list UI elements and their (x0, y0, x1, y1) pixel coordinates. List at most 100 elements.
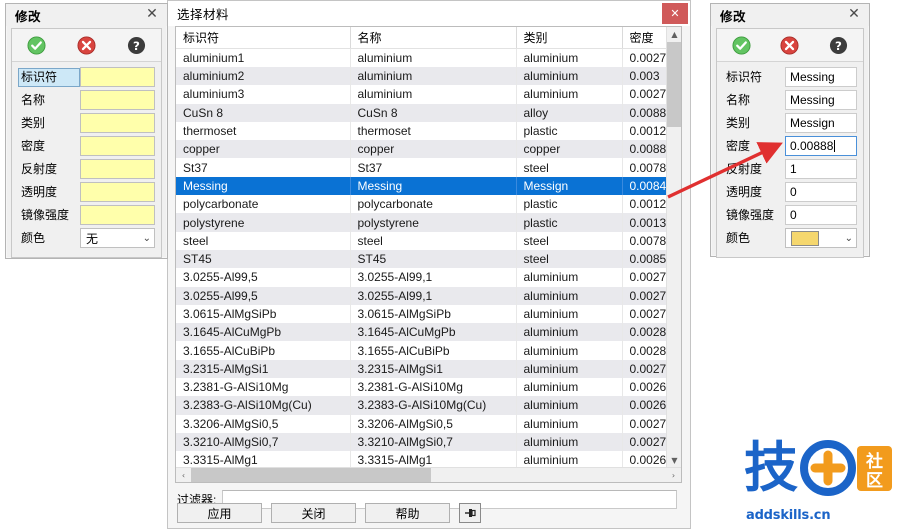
right-dialog-color-swatch (791, 230, 819, 246)
table-row[interactable]: polystyrene polystyrene plastic 0.0013 (176, 213, 669, 232)
table-header-row: 标识符 名称 类别 密度 (176, 27, 669, 49)
right-dialog-color-select[interactable]: ⌄ (785, 228, 857, 248)
main-window-close-button[interactable]: ✕ (662, 3, 688, 24)
table-row[interactable]: 3.0615-AlMgSiPb 3.0615-AlMgSiPb aluminium 0… (176, 304, 669, 324)
table-vertical-scrollbar[interactable]: ▲ ▼ (666, 27, 681, 468)
right-dialog-input[interactable]: Messign (785, 113, 857, 133)
table-row[interactable]: 3.2315-AlMgSi1 3.2315-AlMgSi1 aluminium 0.0… (176, 359, 669, 379)
cell-identifier: 3.3206-AlMgSi0,5 (176, 414, 351, 433)
left-dialog-input[interactable] (80, 136, 155, 156)
column-header-name[interactable]: 名称 (350, 27, 517, 49)
right-dialog-input[interactable]: 1 (785, 159, 857, 179)
cell-density: 0.0028 (622, 323, 669, 342)
column-header-density[interactable]: 密度 (622, 27, 669, 49)
scroll-down-button[interactable]: ▼ (667, 453, 681, 468)
material-table-container: 标识符 名称 类别 密度 aluminium1 aluminium aluminiu… (175, 26, 682, 483)
cancel-circle-icon[interactable] (780, 35, 800, 55)
left-dialog-input[interactable] (80, 182, 155, 202)
left-dialog-input[interactable] (80, 159, 155, 179)
help-button[interactable]: 帮助 (365, 503, 450, 523)
right-dialog-field-row: 反射度 1 (723, 159, 857, 179)
cell-category: Messign (516, 176, 623, 196)
table-row[interactable]: copper copper copper 0.0088 (176, 140, 669, 159)
cell-category: aluminium (516, 396, 623, 415)
cell-category: aluminium (516, 359, 623, 379)
left-dialog-fields: 标识符 名称 类别 密度 反射度 透明度 镜像强度 颜色无 ⌄ (12, 62, 161, 257)
table-row[interactable]: Messing Messing Messign 0.0084 (176, 176, 669, 196)
right-dialog-field-label: 镜像强度 (726, 207, 775, 222)
left-dialog-close-button[interactable]: ✕ (143, 6, 161, 24)
chevron-down-icon: ⌄ (844, 232, 853, 244)
cell-category: aluminium (516, 67, 623, 86)
table-row[interactable]: ST45 ST45 steel 0.0085 (176, 249, 669, 269)
cell-category: aluminium (516, 48, 623, 67)
table-row[interactable]: steel steel steel 0.0078 (176, 231, 669, 250)
cell-density: 0.0013 (622, 213, 669, 232)
scroll-left-button[interactable]: ‹ (176, 468, 191, 482)
table-row[interactable]: aluminium2 aluminium aluminium 0.003 (176, 67, 669, 86)
table-row[interactable]: 3.3206-AlMgSi0,5 3.3206-AlMgSi0,5 aluminiu… (176, 414, 669, 433)
table-row[interactable]: aluminium1 aluminium aluminium 0.0027 (176, 48, 669, 67)
left-dialog-field-label[interactable]: 标识符 (18, 67, 80, 87)
right-dialog-field-row: 镜像强度 0 (723, 205, 857, 225)
cell-category: copper (516, 140, 623, 159)
right-dialog-input[interactable]: Messing (785, 67, 857, 87)
scroll-up-button[interactable]: ▲ (667, 27, 681, 42)
help-circle-icon[interactable]: ? (127, 36, 146, 55)
cell-category: plastic (516, 195, 623, 214)
cell-density: 0.0027 (622, 268, 669, 287)
cancel-circle-icon[interactable] (77, 35, 96, 55)
cell-identifier: ST45 (176, 249, 351, 269)
column-header-category[interactable]: 类别 (516, 27, 623, 49)
table-row[interactable]: 3.2383-G-AlSi10Mg(Cu) 3.2383-G-AlSi10Mg(C… (176, 396, 669, 415)
cell-name: copper (350, 140, 517, 159)
cell-name: ST45 (350, 249, 517, 269)
apply-button[interactable]: 应用 (177, 503, 262, 523)
table-row[interactable]: St37 St37 steel 0.0078 (176, 158, 669, 177)
pin-button[interactable] (459, 503, 481, 523)
cell-identifier: 3.1655-AlCuBiPb (176, 341, 351, 360)
right-dialog-input[interactable]: 0.00888 (785, 136, 857, 156)
table-row[interactable]: thermoset thermoset plastic 0.0012 (176, 121, 669, 141)
column-header-identifier[interactable]: 标识符 (176, 27, 351, 49)
right-dialog-field-label: 标识符 (726, 69, 763, 84)
cell-name: polystyrene (350, 213, 517, 232)
table-row[interactable]: aluminium3 aluminium aluminium 0.0027 (176, 85, 669, 104)
scroll-right-button[interactable]: › (666, 468, 681, 482)
table-row[interactable]: 3.1655-AlCuBiPb 3.1655-AlCuBiPb aluminium 0… (176, 341, 669, 360)
cell-identifier: 3.0255-Al99,5 (176, 286, 351, 305)
right-dialog-input[interactable]: Messing (785, 90, 857, 110)
left-dialog-input[interactable] (80, 205, 155, 225)
table-row[interactable]: CuSn 8 CuSn 8 alloy 0.0088 (176, 103, 669, 122)
left-dialog-field-label: 颜色 (21, 230, 46, 245)
cell-identifier: steel (176, 231, 351, 250)
check-circle-icon[interactable] (27, 35, 46, 55)
right-dialog-input[interactable]: 0 (785, 205, 857, 225)
table-row[interactable]: 3.1645-AlCuMgPb 3.1645-AlCuMgPb aluminium 0… (176, 323, 669, 342)
vertical-scroll-thumb[interactable] (667, 42, 681, 127)
watermark-url: addskills.cn (746, 508, 831, 523)
table-row[interactable]: 3.0255-Al99,5 3.0255-Al99,1 aluminium 0.002… (176, 268, 669, 287)
chevron-down-icon: ⌄ (142, 232, 151, 244)
left-dialog-input[interactable] (80, 90, 155, 110)
table-row[interactable]: 3.3210-AlMgSi0,7 3.3210-AlMgSi0,7 aluminiu… (176, 432, 669, 452)
svg-text:技: 技 (744, 436, 798, 499)
table-horizontal-scrollbar[interactable]: ‹ › (176, 467, 681, 482)
help-circle-icon[interactable]: ? (829, 36, 848, 55)
table-row[interactable]: 3.2381-G-AlSi10Mg 3.2381-G-AlSi10Mg alumin… (176, 378, 669, 397)
left-dialog-color-select[interactable]: 无 ⌄ (80, 228, 155, 248)
left-dialog-titlebar: 修改 ✕ (6, 4, 167, 26)
table-row[interactable]: 3.0255-Al99,5 3.0255-Al99,1 aluminium 0.002… (176, 286, 669, 305)
cell-identifier: 3.3210-AlMgSi0,7 (176, 432, 351, 452)
cell-category: aluminium (516, 378, 623, 397)
check-circle-icon[interactable] (732, 35, 751, 55)
horizontal-scroll-thumb[interactable] (191, 468, 431, 482)
left-dialog-input[interactable] (80, 113, 155, 133)
table-row[interactable]: polycarbonate polycarbonate plastic 0.0012 (176, 195, 669, 214)
close-button[interactable]: 关闭 (271, 503, 356, 523)
right-dialog-field-label: 密度 (726, 138, 751, 153)
right-dialog-close-button[interactable]: ✕ (845, 6, 863, 24)
right-dialog-input[interactable]: 0 (785, 182, 857, 202)
left-dialog-field-label: 类别 (21, 115, 46, 130)
left-dialog-input[interactable] (80, 67, 155, 87)
